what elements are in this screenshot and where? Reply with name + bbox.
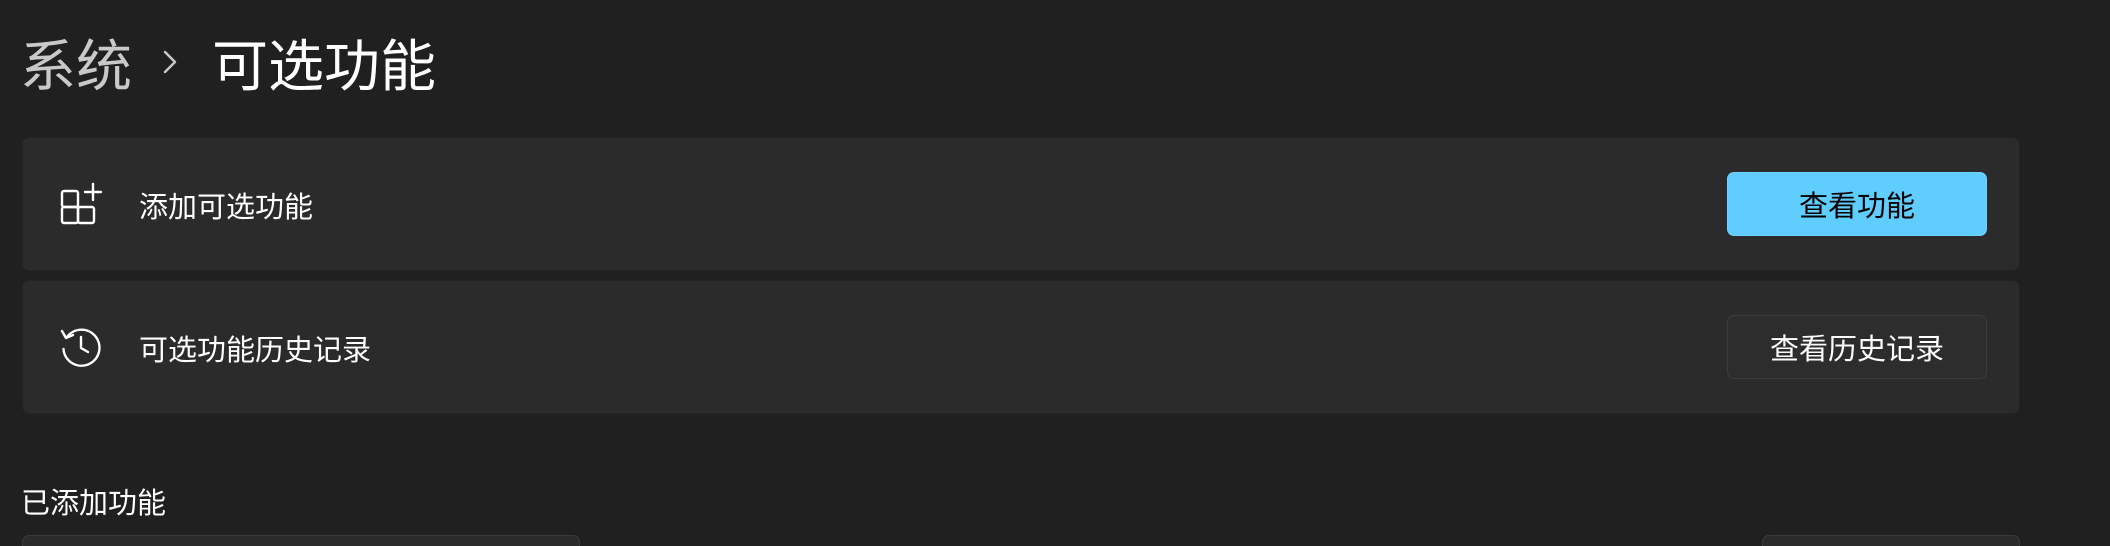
add-optional-feature-card: 添加可选功能 查看功能: [22, 137, 2020, 271]
add-apps-icon: [59, 182, 103, 226]
settings-page: 系统 可选功能 添加可选功能 查看功能 可选功能历史记录 查看历史记录 已添加功…: [0, 0, 2110, 546]
add-optional-feature-label: 添加可选功能: [139, 190, 314, 224]
page-title: 可选功能: [212, 34, 436, 100]
history-icon: [59, 325, 103, 369]
view-history-button[interactable]: 查看历史记录: [1727, 315, 1987, 379]
chevron-right-icon: [162, 48, 178, 76]
installed-features-sort-dropdown[interactable]: [1762, 535, 2020, 546]
breadcrumb-system[interactable]: 系统: [20, 22, 132, 103]
installed-features-heading: 已添加功能: [21, 486, 167, 520]
optional-feature-history-card: 可选功能历史记录 查看历史记录: [22, 280, 2020, 414]
view-features-button[interactable]: 查看功能: [1727, 172, 1987, 236]
breadcrumb: 系统 可选功能: [20, 22, 436, 102]
optional-feature-history-label: 可选功能历史记录: [139, 333, 372, 367]
installed-features-search-input[interactable]: [22, 535, 580, 546]
